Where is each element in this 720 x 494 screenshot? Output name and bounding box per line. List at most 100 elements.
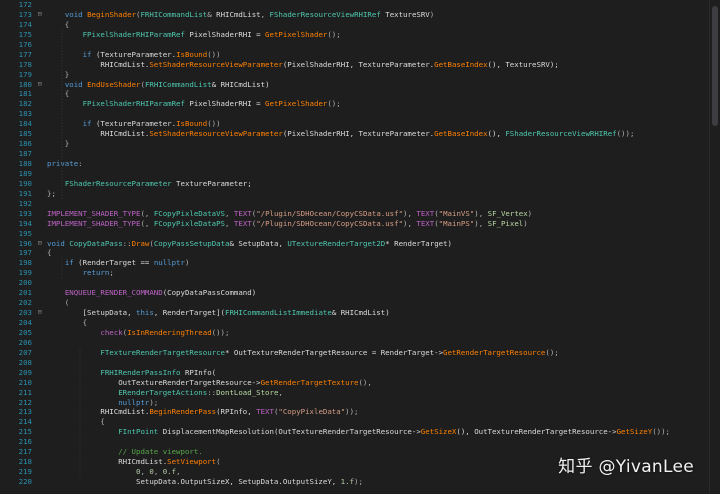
code-line[interactable]: 176 (0, 40, 720, 50)
line-number: 174 (18, 19, 32, 29)
code-text: SetupData.OutputSizeX, SetupData.OutputS… (47, 477, 363, 487)
fold-toggle-icon[interactable]: ⊟ (36, 10, 44, 20)
line-number: 175 (18, 29, 32, 39)
code-text: void BeginShader(FRHICommandList& RHICmd… (47, 10, 434, 20)
code-line[interactable]: 209 FRHIRenderPassInfo RPInfo( (0, 368, 720, 378)
fold-toggle-icon[interactable]: ⊟ (36, 239, 44, 249)
code-line[interactable]: 192 (0, 199, 720, 209)
code-line[interactable]: 210 OutTextureRenderTargetResource->GetR… (0, 378, 720, 388)
code-line[interactable]: 220 SetupData.OutputSizeX, SetupData.Out… (0, 477, 720, 487)
code-line[interactable]: 206 (0, 338, 720, 348)
code-line[interactable]: 195 (0, 229, 720, 239)
watermark-text: 知乎 @YivanLee (558, 457, 694, 477)
code-token: GetPixelShader (265, 99, 328, 109)
code-token: ), (474, 208, 488, 218)
code-line[interactable]: 204 { (0, 318, 720, 328)
line-number: 184 (18, 119, 32, 129)
code-line[interactable]: 183 (0, 109, 720, 119)
code-line[interactable]: 212 nullptr); (0, 398, 720, 408)
code-text: private: (47, 159, 83, 169)
code-text: if (TextureParameter.IsBound()) (47, 50, 221, 60)
code-token: ), (403, 218, 417, 228)
code-line[interactable]: 200 (0, 278, 720, 288)
code-token: , (278, 387, 283, 397)
code-token: RHICmdList. (47, 457, 168, 467)
code-token: FRHIRenderPassInfo (100, 367, 181, 377)
code-token: TEXT (416, 218, 435, 228)
code-line[interactable]: 198 if (RenderTarget == nullptr) (0, 258, 720, 268)
code-token: UTextureRenderTarget2D (287, 238, 386, 248)
code-token: if (82, 49, 92, 59)
fold-toggle-icon[interactable]: ⊟ (36, 308, 44, 318)
code-token: & SetupData, (229, 238, 288, 248)
line-number: 205 (18, 327, 32, 337)
code-line[interactable]: 172 (0, 0, 720, 10)
code-line[interactable]: 205 check(IsInRenderingThread()); (0, 328, 720, 338)
code-line[interactable]: 179 } (0, 70, 720, 80)
code-token: FRHICommandListImmediate (225, 308, 332, 318)
code-line[interactable]: 184 if (TextureParameter.IsBound()) (0, 119, 720, 129)
code-token: return (82, 268, 110, 278)
code-lines[interactable]: 172 173 ⊟ void BeginShader(FRHICommandList… (0, 0, 720, 487)
code-line[interactable]: 194 IMPLEMENT_SHADER_TYPE(, FCopyPixleDat… (0, 219, 720, 229)
code-line[interactable]: 191}; (0, 189, 720, 199)
code-line[interactable]: 188 private: (0, 159, 720, 169)
code-line[interactable]: 175 FPixelShaderRHIParamRef PixelShaderR… (0, 30, 720, 40)
code-line[interactable]: 196 ⊟ void CopyDataPass::Draw(CopyPassSetu… (0, 239, 720, 249)
code-line[interactable]: 185 RHICmdList.SetShaderResourceViewPara… (0, 129, 720, 139)
code-line[interactable]: 193 IMPLEMENT_SHADER_TYPE(, FCopyPixleDat… (0, 209, 720, 219)
code-token: GetBaseIndex (434, 59, 488, 69)
code-token: (), TextureSRV); (487, 59, 559, 69)
code-token: ) (429, 9, 435, 19)
code-token: FTextureRenderTargetResource (100, 347, 225, 357)
code-line[interactable]: 207 FTextureRenderTargetResource* OutTex… (0, 348, 720, 358)
vertical-scrollbar[interactable] (709, 0, 720, 494)
code-token: BeginShader (87, 9, 137, 19)
code-token: , (225, 218, 234, 228)
line-number: 182 (18, 99, 32, 109)
code-line[interactable]: 181 { (0, 89, 720, 99)
code-line[interactable]: 202 ( (0, 298, 720, 308)
code-line[interactable]: 215 FIntPoint DisplacementMapResolution(… (0, 427, 720, 437)
code-token: GetSizeX (420, 427, 457, 437)
line-number: 179 (18, 69, 32, 79)
scrollbar-thumb[interactable] (712, 6, 718, 126)
code-line[interactable]: 190 FShaderResourceParameter TexturePara… (0, 179, 720, 189)
code-line[interactable]: 199 return; (0, 268, 720, 278)
code-token: ); (354, 477, 363, 486)
code-token: } (47, 139, 70, 149)
code-line[interactable]: 214 { (0, 417, 720, 427)
code-line[interactable]: 178 RHICmdList.SetShaderResourceViewPara… (0, 60, 720, 70)
code-line[interactable]: 180 ⊟ void EndUseShader(FRHICommandList& … (0, 80, 720, 90)
code-line[interactable]: 186 } (0, 139, 720, 149)
code-line[interactable]: 203 ⊟ [SetupData, this, RenderTarget](FRH… (0, 308, 720, 318)
fold-toggle-icon[interactable]: ⊟ (36, 80, 44, 90)
code-token: "/Plugin/SDHOcean/CopyCSData.usf" (256, 218, 404, 228)
code-line[interactable]: 201 ENQUEUE_RENDER_COMMAND(CopyDataPassC… (0, 288, 720, 298)
code-line[interactable]: 208 (0, 358, 720, 368)
code-text: FPixelShaderRHIParamRef PixelShaderRHI =… (47, 99, 341, 109)
code-token: RHICmdList. (47, 129, 150, 139)
line-number: 212 (18, 397, 32, 407)
code-line[interactable]: 211 ERenderTargetActions::DontLoad_Store… (0, 388, 720, 398)
code-line[interactable]: 174 { (0, 20, 720, 30)
code-token: CopyPassSetupData (153, 238, 230, 248)
code-line[interactable]: 187 (0, 149, 720, 159)
code-line[interactable]: 182 FPixelShaderRHIParamRef PixelShaderR… (0, 99, 720, 109)
code-line[interactable]: 213 RHICmdList.BeginRenderPass(RPInfo, T… (0, 407, 720, 417)
code-token: (TextureParameter. (91, 49, 177, 59)
code-line[interactable]: 177 if (TextureParameter.IsBound()) (0, 50, 720, 60)
code-editor[interactable]: 172 173 ⊟ void BeginShader(FRHICommandList… (0, 0, 720, 494)
code-line[interactable]: 216 (0, 437, 720, 447)
code-line[interactable]: 197 { (0, 248, 720, 258)
code-token: (); (327, 99, 341, 109)
code-line[interactable]: 173 ⊟ void BeginShader(FRHICommandList& R… (0, 10, 720, 20)
code-line[interactable]: 189 (0, 169, 720, 179)
code-token: { (47, 248, 52, 258)
